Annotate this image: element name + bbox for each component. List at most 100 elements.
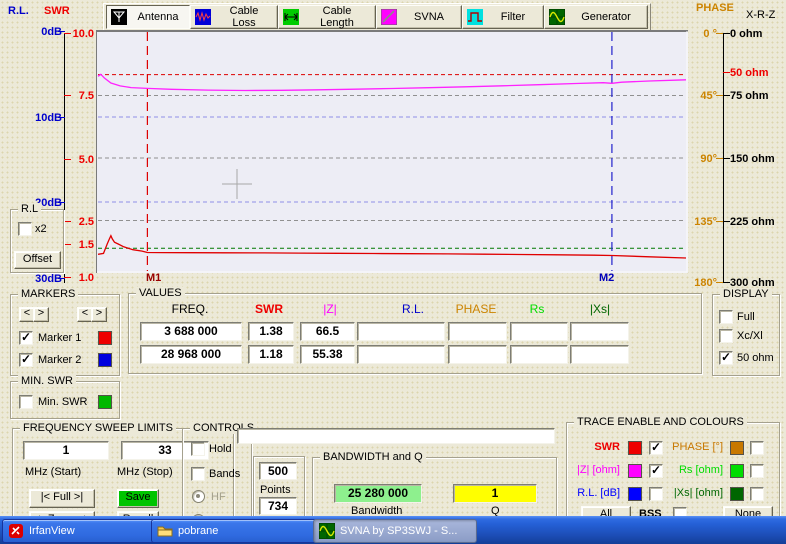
trace-all-button[interactable]: All: [581, 506, 631, 516]
min-swr-color-swatch[interactable]: [98, 395, 112, 409]
display-xcxl-checkbox[interactable]: [719, 329, 733, 343]
trace-swatch-phase[interactable]: [730, 441, 744, 455]
values-field-row1-col2[interactable]: 1.38: [248, 322, 294, 341]
trace-none-button[interactable]: None: [723, 506, 773, 516]
values-group-title: VALUES: [136, 287, 185, 299]
right-ohm-tick-label: 75 ohm: [730, 90, 769, 102]
display-full-checkbox[interactable]: [719, 310, 733, 324]
marker2-next-button[interactable]: >: [91, 307, 107, 322]
toolbar-button-generator[interactable]: Generator: [544, 5, 648, 29]
left-db-tick: [58, 278, 65, 279]
bss-checkbox[interactable]: [673, 507, 687, 516]
marker1-plot-label: M1: [146, 272, 161, 284]
display-50ohm-checkbox[interactable]: [719, 351, 733, 365]
min-swr-checkbox[interactable]: [19, 395, 33, 409]
bandwidth-group: BANDWIDTH and Q 25 280 000 Bandwidth 1 Q: [312, 457, 557, 516]
marker1-color-swatch[interactable]: [98, 331, 112, 345]
taskbar-button-pobrane[interactable]: pobrane: [151, 519, 317, 543]
points-top-field[interactable]: 500: [259, 462, 297, 480]
trace-swatch-rsohm[interactable]: [730, 464, 744, 478]
toolbar-button-label: Cable Loss: [211, 5, 277, 29]
full-span-button[interactable]: |< Full >|: [29, 489, 95, 508]
values-header-freq: FREQ.: [150, 303, 230, 315]
left-swr-tick-label: 1.5: [70, 239, 94, 251]
start-freq-input[interactable]: 1: [23, 441, 109, 460]
values-field-row2-col1[interactable]: 28 968 000: [140, 345, 242, 364]
right-phase-tick-label: 90°: [688, 153, 717, 165]
bandwidth-field[interactable]: 25 280 000: [334, 484, 422, 503]
toolbar-button-label: SVNA: [397, 11, 461, 23]
rl-x2-checkbox[interactable]: [18, 222, 32, 236]
values-field-row1-col1[interactable]: 3 688 000: [140, 322, 242, 341]
toolbar-button-label: Cable Length: [299, 5, 375, 29]
display-xcxl-label: Xc/Xl: [737, 330, 763, 342]
plot-background: [96, 30, 688, 273]
values-field-row1-col5[interactable]: [448, 322, 507, 341]
offset-button[interactable]: Offset: [14, 251, 61, 269]
hold-checkbox[interactable]: [191, 442, 205, 456]
toolbar-button-antenna[interactable]: Antenna: [106, 5, 190, 29]
toolbar-button-cable-loss[interactable]: Cable Loss: [190, 5, 278, 29]
marker1-checkbox[interactable]: [19, 331, 33, 345]
antenna-icon: [111, 9, 127, 25]
cable-loss-icon: [195, 9, 211, 25]
display-full-label: Full: [737, 311, 755, 323]
q-field[interactable]: 1: [453, 484, 537, 503]
trace-swatch-xsohm[interactable]: [730, 487, 744, 501]
values-field-row2-col4[interactable]: [357, 345, 445, 364]
values-field-row2-col6[interactable]: [510, 345, 568, 364]
bands-checkbox[interactable]: [191, 467, 205, 481]
marker1-next-button[interactable]: >: [33, 307, 49, 322]
values-field-row2-col7[interactable]: [570, 345, 629, 364]
folder-icon: [157, 523, 173, 539]
save-button[interactable]: Save: [117, 489, 159, 508]
values-field-row2-col2[interactable]: 1.18: [248, 345, 294, 364]
right-ohm-tick-label: 225 ohm: [730, 216, 775, 228]
values-field-row1-col6[interactable]: [510, 322, 568, 341]
taskbar-button-label: SVNA by SP3SWJ - S...: [340, 525, 457, 537]
cable-length-icon: [283, 9, 299, 25]
taskbar-button-svna[interactable]: SVNA by SP3SWJ - S...: [313, 519, 477, 543]
sweep-plot[interactable]: [96, 30, 688, 273]
values-field-row1-col3[interactable]: 66.5: [300, 322, 355, 341]
values-field-row2-col3[interactable]: 55.38: [300, 345, 355, 364]
start-freq-label: MHz (Start): [25, 466, 81, 478]
points-bottom-field[interactable]: 734: [259, 497, 297, 515]
trace-label-zohm: |Z| [ohm]: [530, 464, 620, 476]
toolbar-button-filter[interactable]: Filter: [462, 5, 544, 29]
right-ohm-tick-label: 0 ohm: [730, 28, 762, 40]
right-phase-tick-label: 135°: [688, 216, 717, 228]
rl-x2-label: x2: [35, 223, 47, 235]
marker2-checkbox[interactable]: [19, 353, 33, 367]
taskbar: IrfanViewpobraneSVNA by SP3SWJ - S... ‹: [0, 516, 786, 544]
sweep-limits-group-title: FREQUENCY SWEEP LIMITS: [20, 422, 176, 434]
min-swr-group-title: MIN. SWR: [18, 375, 76, 387]
toolbar-button-cable-length[interactable]: Cable Length: [278, 5, 376, 29]
values-field-row1-col7[interactable]: [570, 322, 629, 341]
generator-icon: [549, 9, 565, 25]
taskbar-button-irfanview[interactable]: IrfanView: [2, 519, 155, 543]
marker1-label: Marker 1: [38, 332, 81, 344]
marker2-color-swatch[interactable]: [98, 353, 112, 367]
toolbar-button-svna[interactable]: SVNA: [376, 5, 462, 29]
left-axis-line: [64, 33, 65, 283]
markers-group: MARKERS < > < > Marker 1 Marker 2: [10, 294, 120, 376]
right-ohm-tick-label: 50 ohm: [730, 67, 769, 79]
entry-field[interactable]: [237, 428, 555, 444]
taskbar-button-label: IrfanView: [29, 525, 75, 537]
display-group-title: DISPLAY: [720, 288, 772, 300]
trace-checkbox-rsohm[interactable]: [750, 464, 764, 478]
trace-checkbox-phase[interactable]: [750, 441, 764, 455]
trace-label-swr: SWR: [530, 441, 620, 453]
trace-enable-group-title: TRACE ENABLE AND COLOURS: [574, 416, 747, 428]
left-swr-tick: [64, 244, 71, 245]
xrz-axis-title: X-R-Z: [746, 9, 775, 21]
values-field-row2-col5[interactable]: [448, 345, 507, 364]
values-field-row1-col4[interactable]: [357, 322, 445, 341]
phase-axis-title: PHASE: [696, 2, 734, 14]
bandwidth-label: Bandwidth: [351, 505, 402, 516]
hf-radio[interactable]: [192, 490, 205, 503]
right-ohm-tick: [723, 95, 730, 96]
left-swr-tick: [64, 159, 71, 160]
trace-checkbox-xsohm[interactable]: [750, 487, 764, 501]
